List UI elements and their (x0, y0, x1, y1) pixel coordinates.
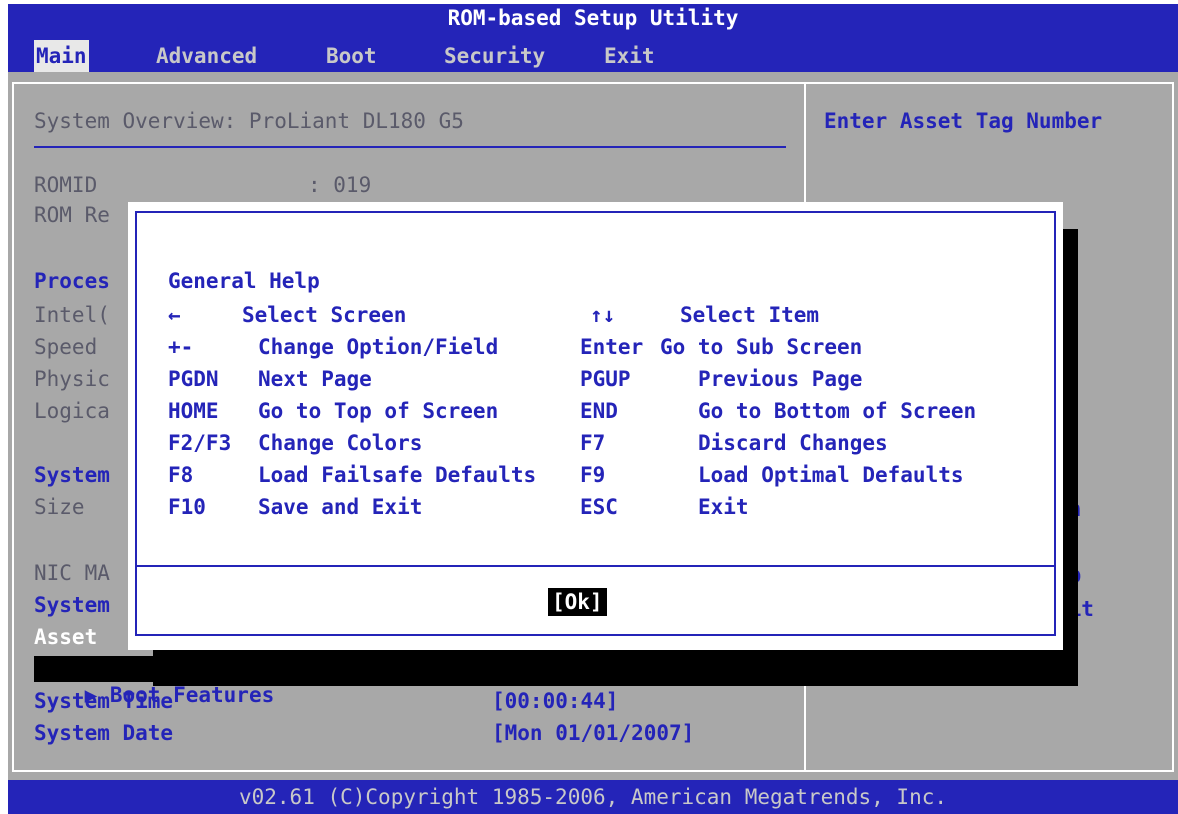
ok-button[interactable]: [Ok] (548, 588, 607, 616)
system-overview-heading: System Overview: ProLiant DL180 G5 (34, 109, 464, 133)
help-text: Enter Asset Tag Number (824, 109, 1103, 133)
copyright-text: v02.61 (C)Copyright 1985-2006, American … (238, 785, 947, 809)
asset-tag-label[interactable]: Asset (34, 624, 97, 650)
system-date-value[interactable]: [Mon 01/01/2007] (492, 720, 694, 746)
help-desc-select-item: Select Item (680, 303, 820, 327)
system-memory-heading: System (34, 463, 110, 487)
help-key-f9: F9 (580, 463, 606, 487)
menu-exit[interactable]: Exit (602, 40, 657, 72)
processor-heading: Proces (34, 269, 110, 293)
dialog-separator (135, 565, 1056, 567)
help-desc-f2f3: Change Colors (258, 431, 423, 455)
menu-advanced[interactable]: Advanced (154, 40, 259, 72)
help-key-home: HOME (168, 399, 219, 423)
help-desc-f7: Discard Changes (698, 431, 888, 455)
dialog-title: General Help (168, 269, 320, 293)
help-desc-pgdn: Next Page (258, 367, 372, 391)
help-desc-f8: Load Failsafe Defaults (258, 463, 537, 487)
system-time-label[interactable]: System Time (34, 688, 173, 714)
menu-boot[interactable]: Boot (324, 40, 379, 72)
rom-revision-label: ROM Re (34, 203, 110, 227)
memory-size-label: Size (34, 495, 85, 519)
nic-mac-label: NIC MA (34, 561, 110, 585)
system-serial-label[interactable]: System (34, 592, 110, 618)
help-desc-pgup: Previous Page (698, 367, 863, 391)
help-key-f8: F8 (168, 463, 194, 487)
help-key-change-option: +- (168, 335, 194, 359)
overview-rule (34, 146, 786, 148)
help-key-pgup: PGUP (580, 367, 631, 391)
help-key-esc: ESC (580, 495, 618, 519)
help-desc-end: Go to Bottom of Screen (698, 399, 977, 423)
speed-label: Speed (34, 335, 98, 359)
help-key-select-screen: ← (168, 303, 181, 327)
romid-value: : 019 (308, 173, 372, 197)
logical-count-label: Logica (34, 399, 110, 423)
help-desc-esc: Exit (698, 495, 749, 519)
romid-label: ROMID (34, 173, 98, 197)
help-key-enter: Enter (580, 335, 644, 359)
help-key-f2f3: F2/F3 (168, 431, 232, 455)
help-key-f10: F10 (168, 495, 206, 519)
system-time-value[interactable]: [00:00:44] (492, 688, 618, 714)
bios-screen: ROM-based Setup Utility Main Advanced Bo… (8, 4, 1178, 814)
help-desc-f9: Load Optimal Defaults (698, 463, 964, 487)
help-desc-home: Go to Top of Screen (258, 399, 499, 423)
help-desc-enter: Go to Sub Screen (660, 335, 863, 359)
system-date-label[interactable]: System Date (34, 720, 173, 746)
help-key-select-item: ↑↓ (590, 303, 616, 327)
menu-main[interactable]: Main (34, 40, 89, 72)
help-desc-change-option: Change Option/Field (258, 335, 499, 359)
help-desc-select-screen: Select Screen (242, 303, 407, 327)
processor-type-label: Intel( (34, 303, 110, 327)
window-title: ROM-based Setup Utility (447, 6, 739, 30)
help-key-end: END (580, 399, 618, 423)
help-key-pgdn: PGDN (168, 367, 219, 391)
physical-count-label: Physic (34, 367, 110, 391)
menu-security[interactable]: Security (442, 40, 547, 72)
help-desc-f10: Save and Exit (258, 495, 423, 519)
help-key-f7: F7 (580, 431, 606, 455)
